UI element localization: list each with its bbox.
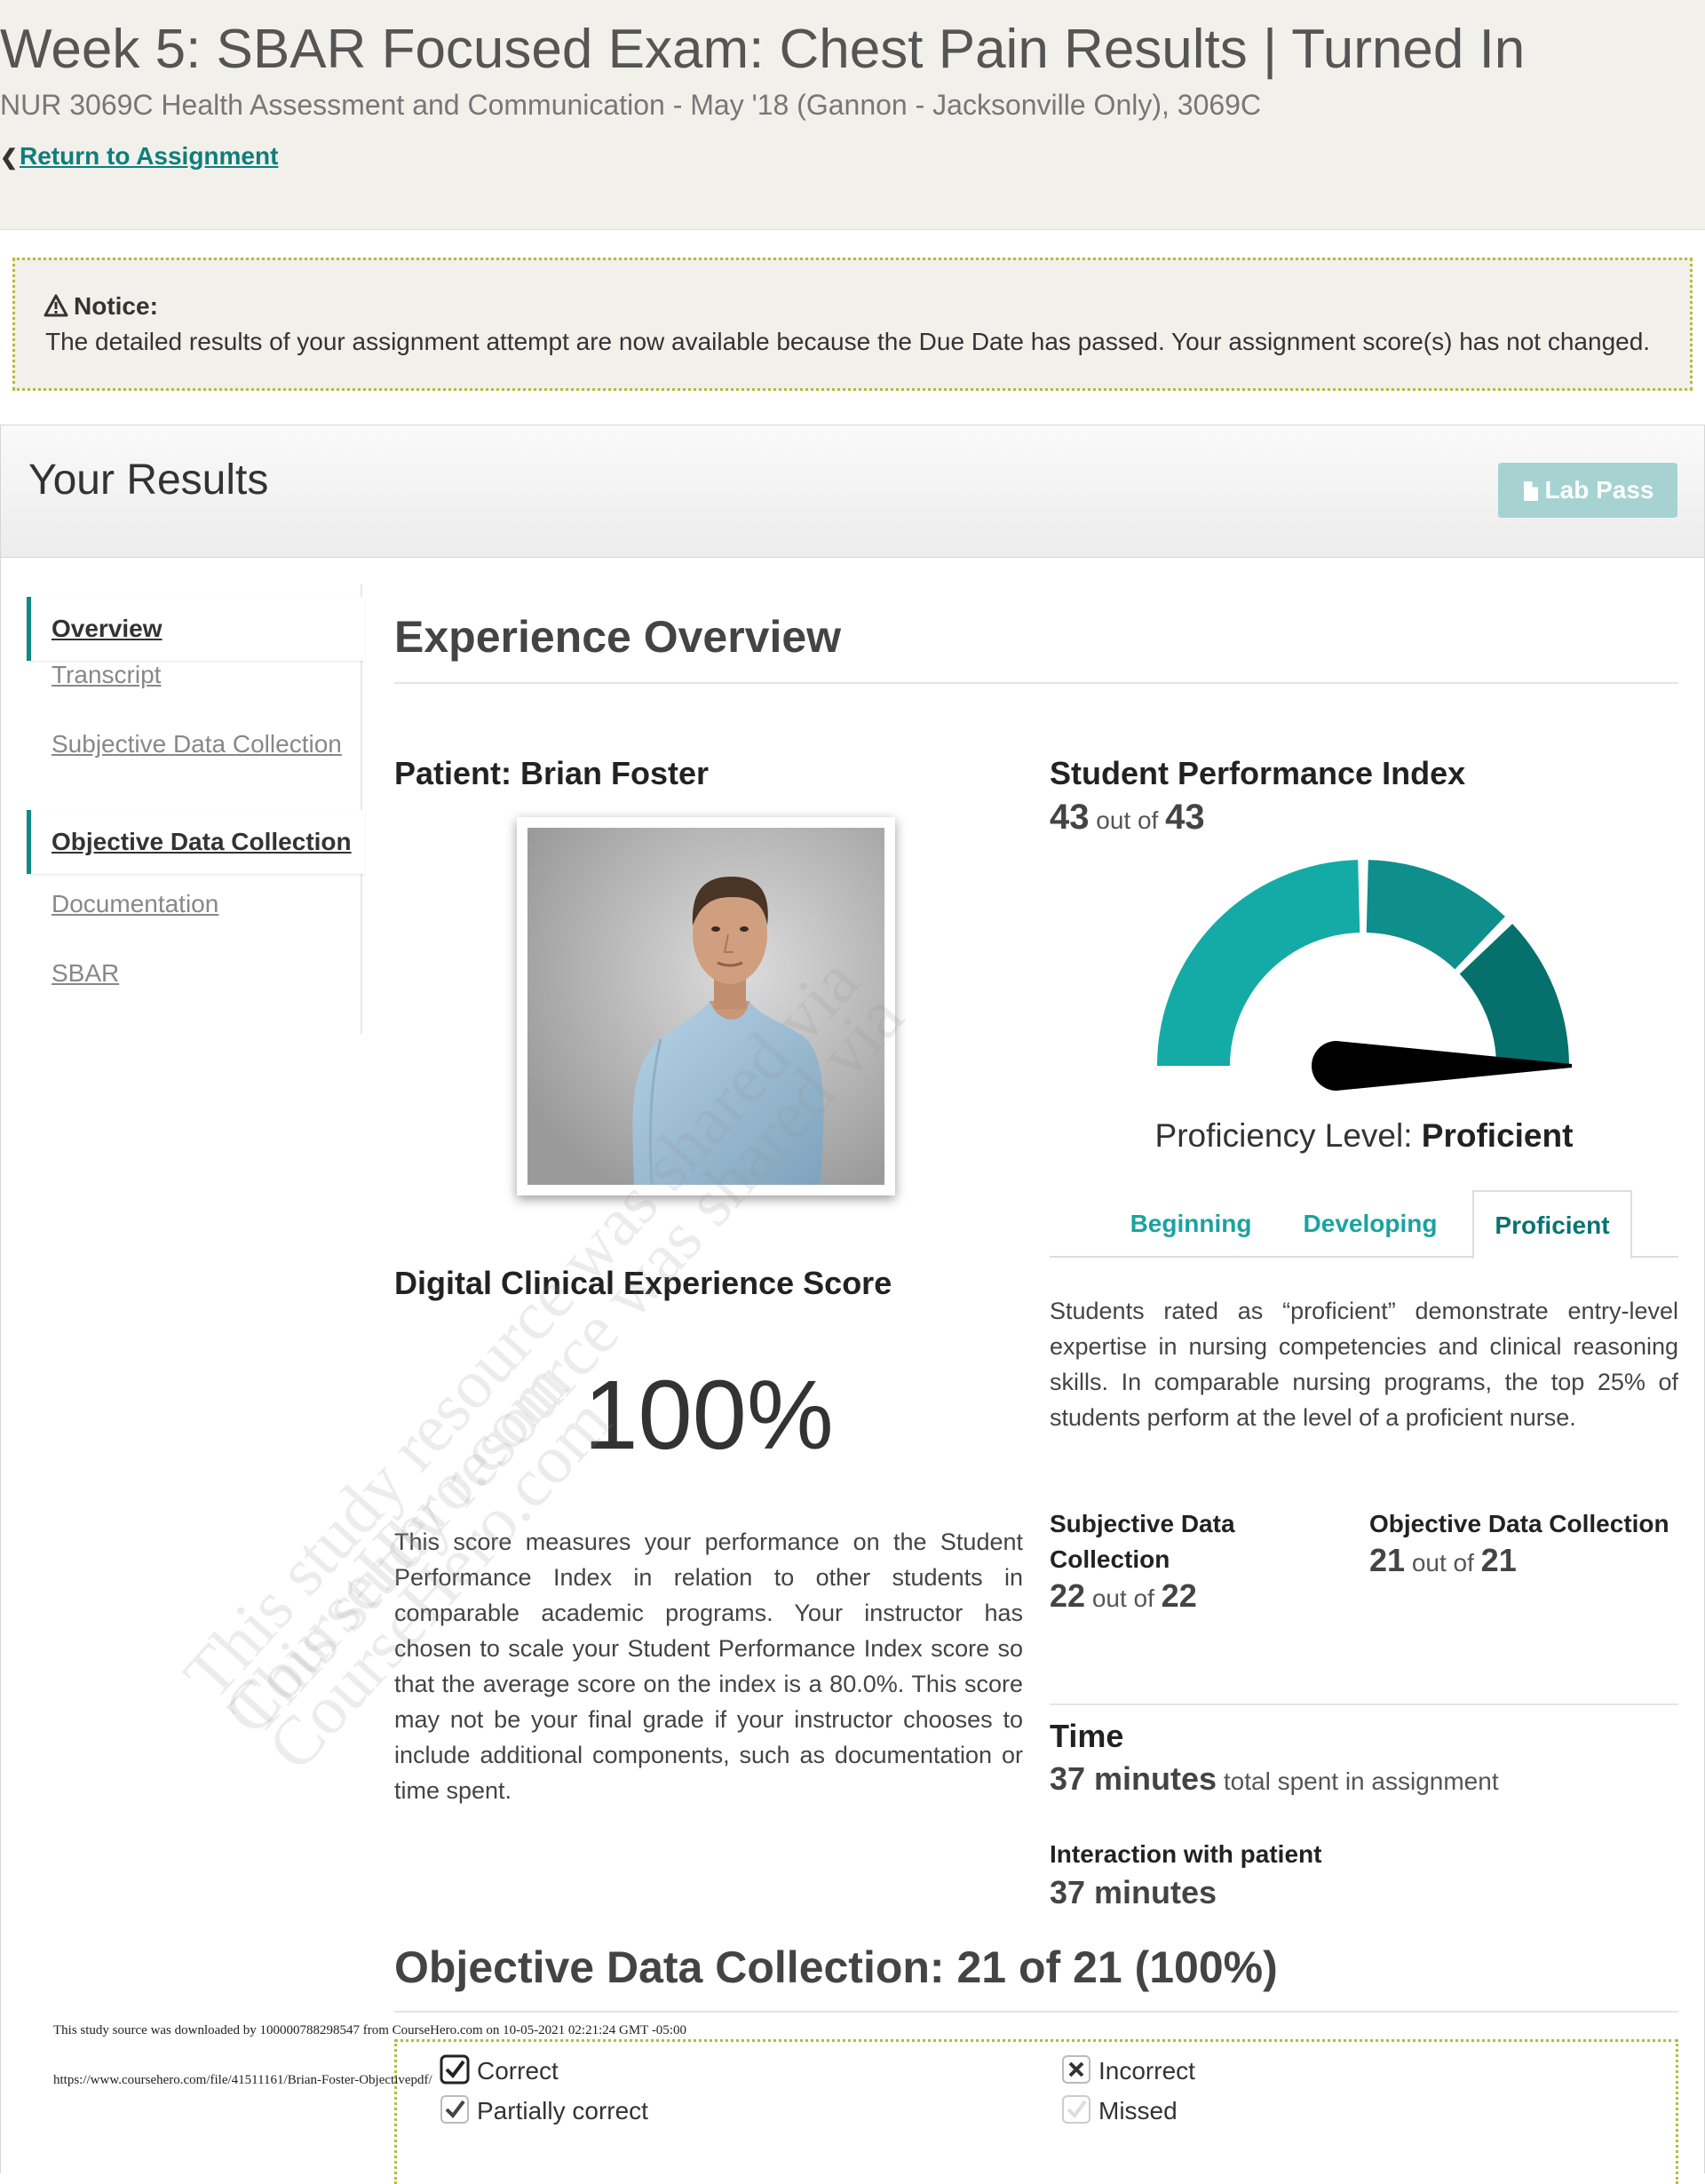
- result-legend: Correct Partially correct Incorrect Miss…: [394, 2039, 1678, 2184]
- proficiency-level: Proficiency Level: Proficient: [1050, 1117, 1678, 1155]
- dce-heading: Digital Clinical Experience Score: [394, 1265, 892, 1301]
- course-name: NUR 3069C Health Assessment and Communic…: [0, 89, 1262, 121]
- dce-score: 100%: [583, 1361, 834, 1470]
- objective-data-score: 21 out of 21: [1369, 1542, 1517, 1579]
- legend-missed: Missed: [1061, 2094, 1178, 2125]
- legend-missed-label: Missed: [1098, 2097, 1178, 2124]
- interaction-value: 37 minutes: [1050, 1874, 1217, 1910]
- lab-pass-label: Lab Pass: [1544, 476, 1654, 504]
- nav-item-sbar[interactable]: SBAR: [27, 941, 361, 1005]
- checkbox-partial-icon: [440, 2095, 469, 2124]
- notice-box: Notice: The detailed results of your ass…: [12, 258, 1693, 391]
- nav-item-label[interactable]: Subjective Data Collection: [52, 730, 342, 758]
- subjective-data-score: 22 out of 22: [1050, 1577, 1197, 1615]
- spi-score-value: 43: [1050, 798, 1090, 837]
- objective-score-value: 21: [1369, 1542, 1406, 1578]
- return-link[interactable]: Return to Assignment: [20, 142, 278, 170]
- checkbox-missed-icon: [1062, 2095, 1090, 2124]
- experience-overview-heading: Experience Overview: [394, 612, 842, 662]
- objective-section-heading: Objective Data Collection: 21 of 21 (100…: [394, 1942, 1278, 1992]
- results-header: Your Results Lab Pass: [1, 425, 1704, 558]
- dce-description: This score measures your performance on …: [394, 1529, 1023, 1804]
- legend-partially-correct-label: Partially correct: [477, 2097, 648, 2124]
- subjective-score-total: 22: [1161, 1577, 1197, 1614]
- subjective-out-of: out of: [1091, 1584, 1154, 1612]
- time-value: 37 minutes: [1050, 1760, 1217, 1797]
- time-spent: 37 minutes total spent in assignment: [1050, 1760, 1499, 1798]
- interaction-heading: Interaction with patient: [1050, 1840, 1322, 1868]
- gauge-segment-beginning: [1157, 860, 1360, 1066]
- spi-score-total: 43: [1165, 798, 1205, 837]
- nav-item-label[interactable]: Transcript: [52, 661, 161, 689]
- proficiency-value: Proficient: [1421, 1117, 1574, 1154]
- nav-item-label[interactable]: Objective Data Collection: [52, 828, 352, 856]
- legend-incorrect: Incorrect: [1061, 2054, 1195, 2085]
- patient-portrait-image: [527, 828, 884, 1185]
- results-heading: Your Results: [28, 457, 269, 504]
- subjective-score-value: 22: [1050, 1577, 1086, 1614]
- patient-name: Patient: Brian Foster: [394, 755, 710, 791]
- tab-beginning[interactable]: Beginning: [1126, 1190, 1256, 1256]
- legend-incorrect-label: Incorrect: [1098, 2057, 1195, 2085]
- divider: [394, 2011, 1678, 2013]
- objective-out-of: out of: [1411, 1549, 1474, 1576]
- spi-score: 43 out of 43: [1050, 798, 1205, 838]
- proficiency-tabs: Beginning Developing Proficient: [1050, 1190, 1678, 1259]
- legend-correct-label: Correct: [477, 2057, 559, 2085]
- notice-title: Notice:: [74, 292, 158, 320]
- nav-item-label[interactable]: SBAR: [52, 959, 119, 988]
- checkbox-x-icon: [1062, 2055, 1090, 2084]
- page-title: Week 5: SBAR Focused Exam: Chest Pain Re…: [0, 19, 1526, 80]
- nav-item-documentation[interactable]: Documentation: [27, 872, 361, 936]
- return-to-assignment[interactable]: ❮Return to Assignment: [0, 142, 278, 171]
- objective-data-heading: Objective Data Collection: [1369, 1510, 1669, 1537]
- nav-item-label[interactable]: Overview: [52, 615, 163, 643]
- page-header: Week 5: SBAR Focused Exam: Chest Pain Re…: [0, 0, 1705, 230]
- spi-out-of: out of: [1096, 806, 1159, 834]
- nav-item-objective-data-collection[interactable]: Objective Data Collection: [27, 810, 365, 874]
- subjective-data-heading: Subjective Data Collection: [1050, 1510, 1235, 1573]
- legend-partially-correct: Partially correct: [440, 2094, 648, 2125]
- proficiency-label: Proficiency Level:: [1154, 1117, 1413, 1154]
- time-suffix: total spent in assignment: [1223, 1767, 1499, 1795]
- tab-developing[interactable]: Developing: [1288, 1190, 1453, 1256]
- nav-item-label[interactable]: Documentation: [52, 890, 218, 918]
- checkbox-checked-icon: [440, 2054, 470, 2085]
- chevron-left-icon: ❮: [0, 146, 19, 170]
- download-footer: This study source was downloaded by 1000…: [53, 2023, 686, 2037]
- patient-avatar: [517, 817, 895, 1195]
- spi-heading: Student Performance Index: [1050, 755, 1466, 791]
- results-sidebar: Overview Transcript Subjective Data Coll…: [27, 584, 365, 1034]
- source-url-footer: https://www.coursehero.com/file/41511161…: [53, 2073, 432, 2087]
- divider: [394, 682, 1678, 684]
- objective-score-total: 21: [1480, 1542, 1517, 1578]
- spi-gauge: [1157, 860, 1572, 1091]
- lab-pass-button[interactable]: Lab Pass: [1498, 463, 1677, 518]
- time-heading: Time: [1050, 1718, 1124, 1754]
- warning-icon: [44, 294, 68, 317]
- proficient-description: Students rated as “proficient” demonstra…: [1050, 1298, 1678, 1431]
- nav-item-transcript[interactable]: Transcript: [27, 643, 361, 707]
- legend-correct: Correct: [440, 2054, 559, 2085]
- document-icon: [1523, 481, 1538, 501]
- tab-proficient[interactable]: Proficient: [1472, 1190, 1632, 1259]
- nav-item-subjective-data-collection[interactable]: Subjective Data Collection: [27, 712, 361, 776]
- notice-body: The detailed results of your assignment …: [45, 328, 1651, 355]
- divider: [1050, 1704, 1678, 1705]
